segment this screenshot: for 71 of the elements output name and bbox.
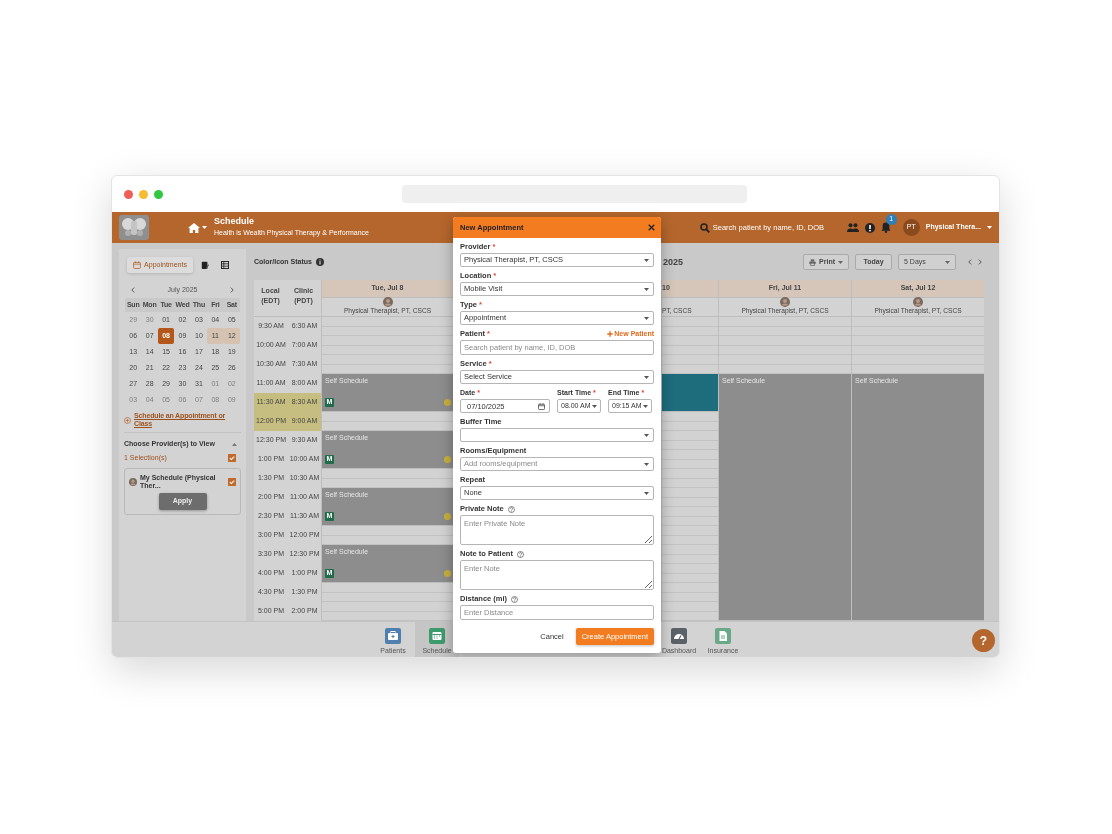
caret-icon bbox=[945, 260, 950, 264]
caret-icon bbox=[987, 226, 992, 229]
select-field[interactable] bbox=[460, 428, 654, 442]
caret-icon bbox=[202, 226, 207, 229]
time-slot[interactable] bbox=[322, 469, 453, 488]
caret-icon bbox=[644, 375, 649, 379]
caret-icon bbox=[838, 260, 843, 264]
avatar bbox=[129, 477, 137, 486]
time-slot[interactable] bbox=[662, 564, 718, 583]
caret-icon bbox=[643, 404, 648, 408]
window-close-dot[interactable] bbox=[124, 189, 133, 199]
time-slot[interactable] bbox=[852, 355, 984, 374]
checkbox[interactable] bbox=[228, 477, 236, 486]
time-slot[interactable] bbox=[662, 507, 718, 526]
people-icon[interactable] bbox=[846, 223, 859, 232]
time-slot[interactable] bbox=[322, 336, 453, 355]
caret-icon bbox=[644, 433, 649, 437]
home-icon[interactable] bbox=[188, 222, 200, 233]
info-icon[interactable] bbox=[315, 258, 324, 266]
time-slot[interactable] bbox=[662, 583, 718, 602]
caret-icon bbox=[644, 462, 649, 466]
appointment-block[interactable] bbox=[662, 374, 718, 412]
alert-icon[interactable] bbox=[864, 222, 875, 233]
table-icon bbox=[220, 261, 229, 269]
time-slot[interactable] bbox=[322, 602, 453, 621]
help-icon[interactable] bbox=[516, 550, 524, 558]
time-slot[interactable] bbox=[322, 526, 453, 545]
search-icon[interactable] bbox=[699, 222, 710, 233]
bell-icon[interactable] bbox=[880, 222, 891, 233]
caret-icon bbox=[644, 287, 649, 291]
time-slot[interactable] bbox=[662, 431, 718, 450]
time-slot[interactable] bbox=[662, 317, 718, 336]
window-maximize-dot[interactable] bbox=[154, 189, 163, 199]
time-slot[interactable] bbox=[662, 602, 718, 621]
close-icon[interactable] bbox=[648, 224, 655, 231]
time-slot[interactable] bbox=[662, 526, 718, 545]
gauge-icon bbox=[671, 627, 687, 644]
window-minimize-dot[interactable] bbox=[139, 189, 148, 199]
chevron-right-icon[interactable] bbox=[978, 259, 982, 265]
caret-icon bbox=[644, 491, 649, 495]
page-title: Schedule bbox=[214, 217, 255, 228]
caret-icon bbox=[592, 404, 597, 408]
time-slot[interactable] bbox=[662, 450, 718, 469]
time-slot[interactable] bbox=[662, 545, 718, 564]
time-slot[interactable] bbox=[662, 488, 718, 507]
calendar-title: 2025 bbox=[663, 256, 684, 269]
caret-up-icon[interactable] bbox=[232, 442, 237, 446]
help-icon[interactable] bbox=[511, 595, 519, 603]
time-slot[interactable] bbox=[662, 469, 718, 488]
calendar-icon bbox=[429, 627, 445, 644]
chevron-left-icon[interactable] bbox=[968, 259, 972, 265]
briefcase-icon bbox=[385, 627, 401, 644]
notepad-icon bbox=[200, 261, 209, 269]
caret-icon bbox=[644, 316, 649, 320]
calendar-icon bbox=[133, 261, 142, 269]
time-slot[interactable] bbox=[322, 317, 453, 336]
time-slot[interactable] bbox=[322, 355, 453, 374]
checkbox[interactable] bbox=[228, 454, 236, 463]
caret-icon bbox=[644, 258, 649, 262]
time-slot[interactable] bbox=[322, 412, 453, 431]
help-button[interactable]: ? bbox=[972, 629, 995, 652]
time-slot[interactable] bbox=[322, 583, 453, 602]
chevron-right-icon[interactable] bbox=[230, 287, 234, 293]
plus-circle-icon bbox=[124, 416, 131, 424]
chevron-left-icon[interactable] bbox=[131, 287, 135, 293]
printer-icon bbox=[809, 258, 817, 266]
document-icon bbox=[715, 627, 731, 644]
calendar-icon bbox=[538, 403, 545, 410]
time-slot[interactable] bbox=[662, 336, 718, 355]
help-icon[interactable] bbox=[507, 505, 515, 513]
plus-icon bbox=[607, 331, 614, 337]
